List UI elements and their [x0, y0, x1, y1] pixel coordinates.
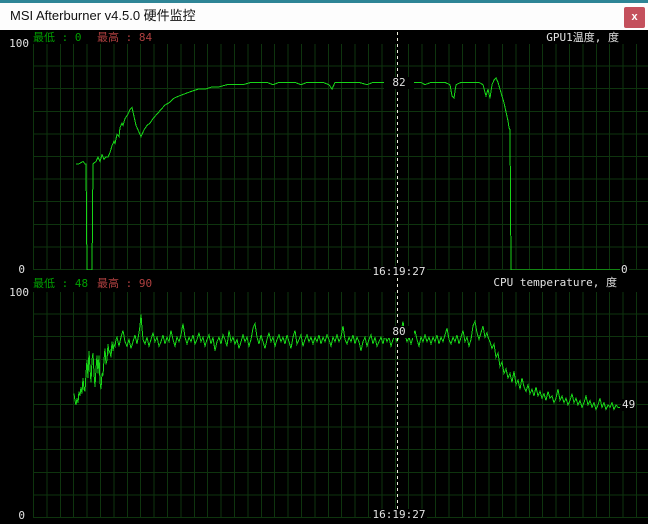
cpu-min-label: 最低 : 48	[32, 278, 89, 290]
gpu-ybottom-label: 0	[8, 264, 26, 276]
window-titlebar[interactable]: MSI Afterburner v4.5.0 硬件监控 x	[0, 3, 648, 30]
gpu-max-label: 最高 : 84	[96, 32, 153, 44]
gpu-cursor-value: 82	[384, 77, 414, 89]
close-icon: x	[631, 11, 637, 23]
afterburner-monitor-window: MSI Afterburner v4.5.0 硬件监控 x 最低 : 0 最高 …	[0, 0, 648, 524]
cpu-max-label: 最高 : 90	[96, 278, 153, 290]
gpu-temp-line	[33, 44, 648, 270]
gpu-ybottom-right-label: 0	[620, 264, 629, 276]
monitor-panel: 最低 : 0 最高 : 84 GPU1温度, 度 100 82 0 16:19:…	[0, 30, 648, 524]
cpu-ytop-label: 100	[2, 287, 30, 299]
cpu-cursor-time: 16:19:27	[371, 509, 427, 521]
gpu-temp-graph[interactable]	[33, 44, 648, 270]
gpu-min-label: 最低 : 0	[32, 32, 83, 44]
cpu-cursor-value: 80	[384, 326, 414, 338]
cpu-temp-line	[33, 292, 648, 518]
close-button[interactable]: x	[624, 7, 645, 28]
cpu-temp-graph[interactable]	[33, 292, 648, 518]
cpu-end-value: 49	[621, 399, 636, 411]
cpu-ybottom-label: 0	[8, 510, 26, 522]
gpu-cursor-time: 16:19:27	[371, 266, 427, 278]
cpu-graph-title: CPU temperature, 度	[492, 277, 618, 289]
window-title: MSI Afterburner v4.5.0 硬件监控	[10, 3, 196, 30]
gpu-ytop-label: 100	[2, 38, 30, 50]
gpu-graph-title: GPU1温度, 度	[545, 32, 620, 44]
